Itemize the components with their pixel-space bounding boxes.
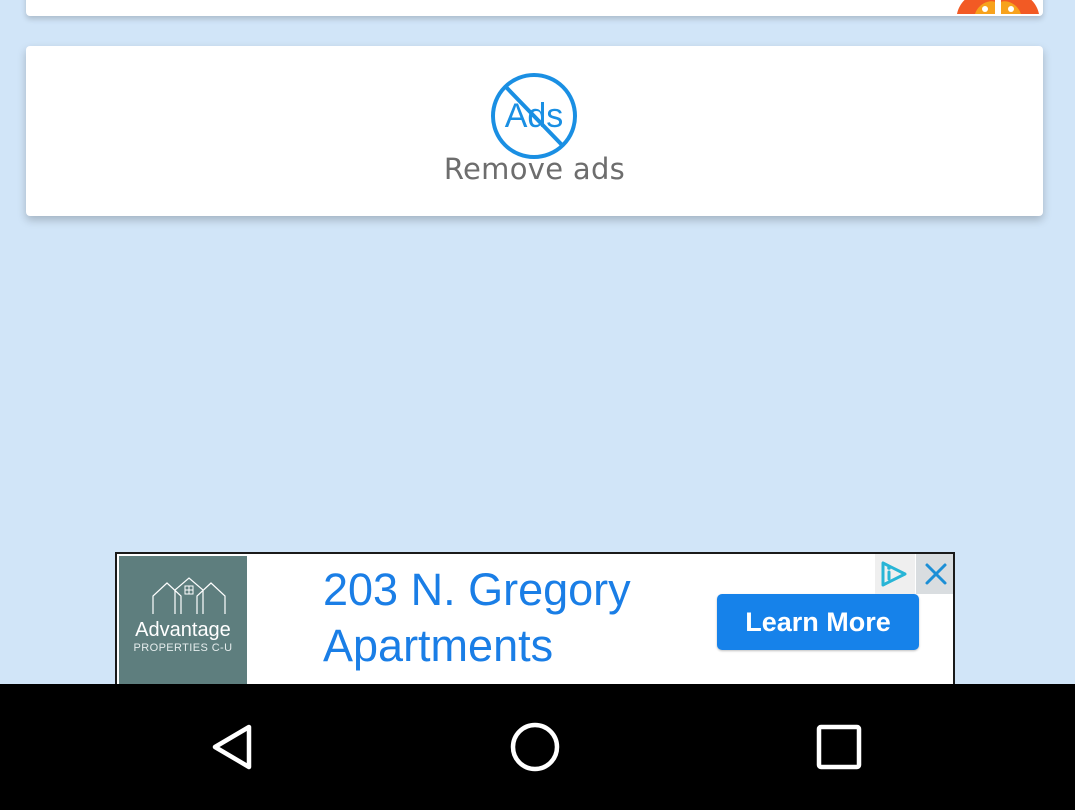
nav-recents-button[interactable] — [811, 719, 867, 775]
learn-more-button[interactable]: Learn More — [717, 594, 919, 650]
top-card-partial[interactable] — [26, 0, 1043, 16]
logo-name: Advantage — [135, 619, 231, 641]
no-ads-icon: Ads — [490, 72, 578, 160]
nav-back-button[interactable] — [205, 719, 261, 775]
orange-app-icon-partial — [955, 0, 1041, 16]
adchoices-icon — [881, 561, 907, 587]
logo-subtitle: PROPERTIES C-U — [133, 642, 233, 654]
ad-close-button[interactable] — [916, 554, 953, 594]
ad-headline[interactable]: 203 N. Gregory Apartments — [323, 562, 703, 674]
back-triangle-icon — [212, 724, 252, 770]
remove-ads-card[interactable]: Ads Remove ads — [26, 46, 1043, 216]
recents-square-icon — [816, 724, 862, 770]
remove-ads-label: Remove ads — [443, 152, 626, 186]
ad-banner[interactable]: Advantage PROPERTIES C-U 203 N. Gregory … — [115, 552, 955, 684]
adchoices-button[interactable] — [875, 554, 915, 594]
house-outline-icon — [152, 577, 226, 614]
nav-home-button[interactable] — [507, 719, 563, 775]
home-circle-icon — [510, 722, 560, 772]
close-icon — [925, 563, 947, 585]
advertiser-logo: Advantage PROPERTIES C-U — [119, 556, 247, 684]
navigation-bar — [0, 684, 1075, 810]
